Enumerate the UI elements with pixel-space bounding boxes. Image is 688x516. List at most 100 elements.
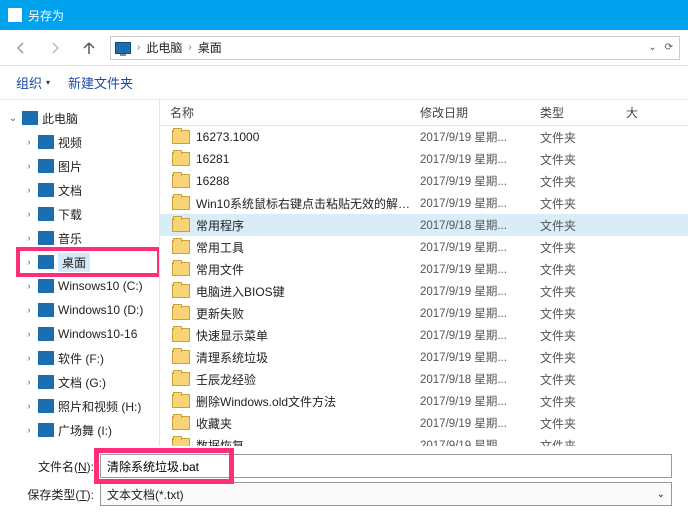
- twist-icon[interactable]: ›: [24, 281, 34, 292]
- lib-icon: [38, 255, 54, 269]
- list-row[interactable]: 常用工具2017/9/19 星期...文件夹: [160, 236, 688, 258]
- file-date: 2017/9/19 星期...: [420, 305, 540, 321]
- list-row[interactable]: 快速显示菜单2017/9/19 星期...文件夹: [160, 324, 688, 346]
- file-name: 删除Windows.old文件方法: [196, 393, 420, 410]
- folder-icon: [172, 328, 190, 342]
- col-date[interactable]: 修改日期: [420, 104, 540, 121]
- twist-icon[interactable]: ›: [24, 185, 34, 196]
- twist-icon[interactable]: ›: [24, 233, 34, 244]
- list-row[interactable]: 数据恢复2017/9/19 星期...文件夹: [160, 434, 688, 446]
- tree-item[interactable]: › Winsows10 (C:): [4, 274, 159, 298]
- twist-icon[interactable]: ›: [24, 305, 34, 316]
- savetype-select[interactable]: 文本文档(*.txt) ⌄: [100, 482, 672, 506]
- window-title: 另存为: [28, 7, 64, 24]
- arrow-up-icon: [81, 40, 97, 56]
- folder-icon: [172, 174, 190, 188]
- up-button[interactable]: [76, 35, 102, 61]
- tree-label: 广场舞 (I:): [58, 422, 112, 439]
- twist-icon[interactable]: ›: [24, 161, 34, 172]
- col-type[interactable]: 类型: [540, 104, 620, 121]
- tree-label: Winsows10 (C:): [58, 279, 143, 293]
- list-row[interactable]: 更新失败2017/9/19 星期...文件夹: [160, 302, 688, 324]
- forward-button[interactable]: [42, 35, 68, 61]
- lib-icon: [38, 159, 54, 173]
- file-type: 文件夹: [540, 195, 620, 212]
- chevron-right-icon: ›: [188, 42, 191, 53]
- tree-item[interactable]: ›文档: [4, 178, 159, 202]
- list-row[interactable]: 电脑进入BIOS键2017/9/19 星期...文件夹: [160, 280, 688, 302]
- twist-icon[interactable]: ›: [24, 425, 34, 436]
- list-header[interactable]: 名称 修改日期 类型 大: [160, 100, 688, 126]
- file-type: 文件夹: [540, 239, 620, 256]
- tree-item[interactable]: ›照片和视频 (H:): [4, 394, 159, 418]
- list-row[interactable]: 16273.10002017/9/19 星期...文件夹: [160, 126, 688, 148]
- twist-icon[interactable]: ›: [24, 401, 34, 412]
- col-name[interactable]: 名称: [160, 104, 420, 121]
- chevron-right-icon: ›: [137, 42, 140, 53]
- twist-icon[interactable]: ⌄: [8, 113, 18, 124]
- file-date: 2017/9/19 星期...: [420, 283, 540, 299]
- folder-tree[interactable]: ⌄此电脑›视频›图片›文档›下载›音乐›桌面›Winsows10 (C:)›Wi…: [0, 100, 160, 446]
- twist-icon[interactable]: ›: [24, 329, 34, 340]
- list-row[interactable]: 162882017/9/19 星期...文件夹: [160, 170, 688, 192]
- refresh-icon[interactable]: ⟳: [665, 42, 673, 53]
- folder-icon: [172, 416, 190, 430]
- col-size[interactable]: 大: [620, 104, 688, 121]
- list-row[interactable]: 删除Windows.old文件方法2017/9/19 星期...文件夹: [160, 390, 688, 412]
- tree-item[interactable]: › 桌面: [4, 250, 159, 274]
- tree-label: Windows10 (D:): [58, 303, 143, 317]
- file-name: 常用程序: [196, 217, 420, 234]
- list-row[interactable]: 清理系统垃圾2017/9/19 星期...文件夹: [160, 346, 688, 368]
- tree-label: 桌面: [58, 253, 90, 272]
- organize-menu[interactable]: 组织 ▾: [16, 73, 50, 92]
- file-date: 2017/9/19 星期...: [420, 393, 540, 409]
- list-row[interactable]: 162812017/9/19 星期...文件夹: [160, 148, 688, 170]
- list-row[interactable]: 壬辰龙经验2017/9/18 星期...文件夹: [160, 368, 688, 390]
- tree-item[interactable]: › 图片: [4, 154, 159, 178]
- tree-item[interactable]: ›音乐: [4, 226, 159, 250]
- folder-icon: [172, 306, 190, 320]
- organize-label: 组织: [16, 73, 42, 92]
- back-button[interactable]: [8, 35, 34, 61]
- twist-icon[interactable]: ›: [24, 377, 34, 388]
- save-panel: 文件名(N): 保存类型(T): 文本文档(*.txt) ⌄: [0, 446, 688, 516]
- address-bar[interactable]: › 此电脑 › 桌面 ⌄ ⟳: [110, 36, 680, 60]
- tree-label: 视频: [58, 134, 82, 151]
- tree-item[interactable]: ›下载: [4, 202, 159, 226]
- breadcrumb-item[interactable]: 此电脑: [146, 39, 182, 56]
- tree-item[interactable]: › 视频: [4, 130, 159, 154]
- list-body[interactable]: 16273.10002017/9/19 星期...文件夹162812017/9/…: [160, 126, 688, 446]
- folder-icon: [172, 218, 190, 232]
- file-type: 文件夹: [540, 151, 620, 168]
- list-row[interactable]: 常用程序2017/9/18 星期...文件夹: [160, 214, 688, 236]
- file-name: 常用工具: [196, 239, 420, 256]
- tree-item[interactable]: › 广场舞 (I:): [4, 418, 159, 442]
- tree-item[interactable]: ›软件 (F:): [4, 346, 159, 370]
- folder-icon: [172, 438, 190, 446]
- twist-icon[interactable]: ›: [24, 209, 34, 220]
- twist-icon[interactable]: ›: [24, 257, 34, 268]
- folder-icon: [172, 284, 190, 298]
- tree-item[interactable]: ›文档 (G:): [4, 370, 159, 394]
- tree-item[interactable]: › Windows10 (D:): [4, 298, 159, 322]
- file-date: 2017/9/19 星期...: [420, 327, 540, 343]
- file-name: 16281: [196, 152, 420, 166]
- chevron-down-icon[interactable]: ⌄: [648, 42, 656, 53]
- file-date: 2017/9/19 星期...: [420, 261, 540, 277]
- breadcrumb-item[interactable]: 桌面: [198, 39, 222, 56]
- twist-icon[interactable]: ›: [24, 137, 34, 148]
- list-row[interactable]: 常用文件2017/9/19 星期...文件夹: [160, 258, 688, 280]
- tree-item[interactable]: ›Windows10-16: [4, 322, 159, 346]
- lib-icon: [38, 207, 54, 221]
- new-folder-button[interactable]: 新建文件夹: [68, 73, 133, 92]
- file-date: 2017/9/19 星期...: [420, 349, 540, 365]
- twist-icon[interactable]: ›: [24, 353, 34, 364]
- list-row[interactable]: 收藏夹2017/9/19 星期...文件夹: [160, 412, 688, 434]
- file-name: 收藏夹: [196, 415, 420, 432]
- lib-icon: [38, 135, 54, 149]
- drive-icon: [38, 351, 54, 365]
- list-row[interactable]: Win10系统鼠标右键点击粘贴无效的解决...2017/9/19 星期...文件…: [160, 192, 688, 214]
- filename-input[interactable]: [100, 454, 672, 478]
- tree-label: 图片: [58, 158, 82, 175]
- tree-item[interactable]: ⌄此电脑: [4, 106, 159, 130]
